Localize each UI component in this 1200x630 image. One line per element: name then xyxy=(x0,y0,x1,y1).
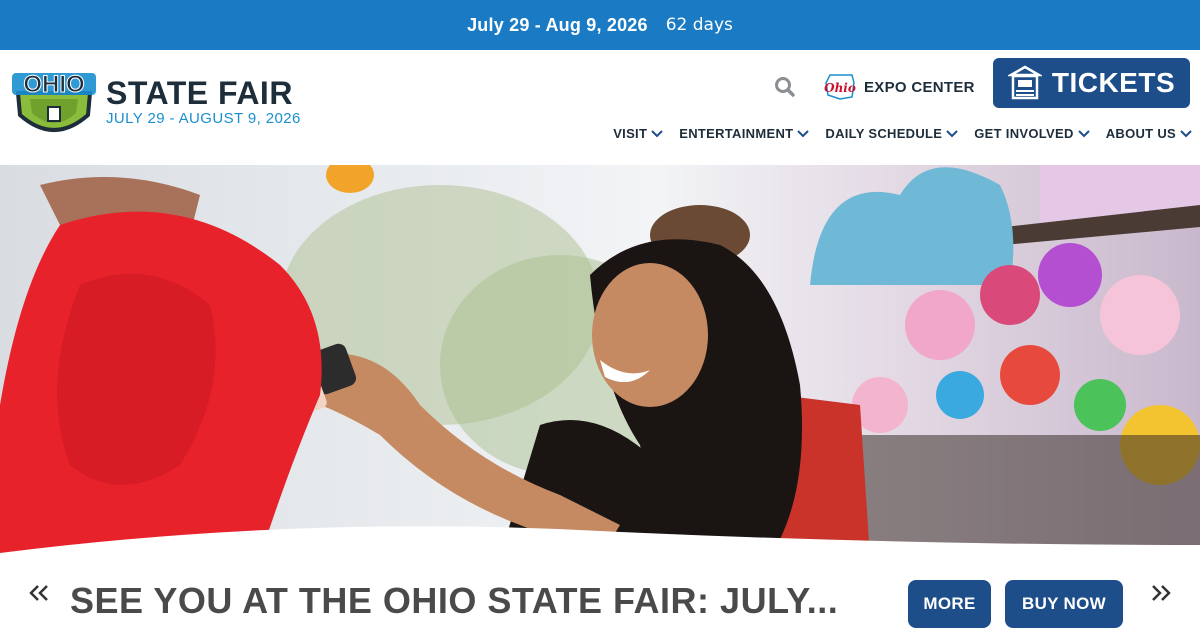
nav-item-label: DAILY SCHEDULE xyxy=(825,126,943,141)
logo-title: STATE FAIR xyxy=(106,74,293,111)
site-logo[interactable]: OHIO STATE FAIR JULY 29 - AUGUST 9, 2026 xyxy=(10,62,310,142)
ohio-shield-logo-icon: OHIO xyxy=(10,63,98,141)
countdown-days: 62 days xyxy=(665,15,733,35)
nav-item-label: ABOUT US xyxy=(1105,126,1176,141)
nav-item-label: ENTERTAINMENT xyxy=(679,126,794,141)
chevron-down-icon xyxy=(1180,129,1192,137)
nav-item-label: GET INVOLVED xyxy=(974,126,1074,141)
double-chevron-left-icon[interactable] xyxy=(26,578,52,608)
nav-item-daily-schedule[interactable]: DAILY SCHEDULE xyxy=(825,126,958,141)
chevron-down-icon xyxy=(797,129,810,137)
search-icon[interactable] xyxy=(774,76,796,98)
tickets-button[interactable]: TICKETS xyxy=(993,58,1190,108)
carousel-headline: SEE YOU AT THE OHIO STATE FAIR: JULY... xyxy=(70,580,839,621)
double-chevron-right-icon[interactable] xyxy=(1148,578,1174,608)
nav-item-get-involved[interactable]: GET INVOLVED xyxy=(974,126,1090,141)
chevron-down-icon xyxy=(1077,129,1090,137)
site-header: OHIO STATE FAIR JULY 29 - AUGUST 9, 2026… xyxy=(0,50,1200,165)
nav-item-entertainment[interactable]: ENTERTAINMENT xyxy=(679,126,810,141)
logo-dates: JULY 29 - AUGUST 9, 2026 xyxy=(106,109,301,127)
hero-photo xyxy=(0,165,1200,557)
ticket-booth-icon xyxy=(1007,65,1042,100)
svg-text:Ohio: Ohio xyxy=(824,81,856,95)
svg-text:OHIO: OHIO xyxy=(23,71,84,98)
tickets-label: TICKETS xyxy=(1051,67,1176,98)
expo-center-label: EXPO CENTER xyxy=(864,78,975,96)
ohio-brand-icon: Ohio xyxy=(824,74,856,100)
main-nav: VISIT ENTERTAINMENT DAILY SCHEDULE GET I… xyxy=(613,126,1192,141)
nav-item-visit[interactable]: VISIT xyxy=(613,126,663,141)
chevron-down-icon xyxy=(946,129,958,137)
nav-item-about-us[interactable]: ABOUT US xyxy=(1106,126,1192,141)
announcement-bar: July 29 - Aug 9, 2026 62 days xyxy=(0,0,1200,50)
fair-dates: July 29 - Aug 9, 2026 xyxy=(467,14,648,35)
buy-now-button[interactable]: BUY NOW xyxy=(1005,580,1123,628)
chevron-down-icon xyxy=(651,129,663,137)
nav-item-label: VISIT xyxy=(613,126,648,141)
expo-center-link[interactable]: Ohio EXPO CENTER xyxy=(822,72,975,102)
more-button[interactable]: MORE xyxy=(908,580,991,628)
hero-carousel: SEE YOU AT THE OHIO STATE FAIR: JULY... … xyxy=(0,560,1200,630)
